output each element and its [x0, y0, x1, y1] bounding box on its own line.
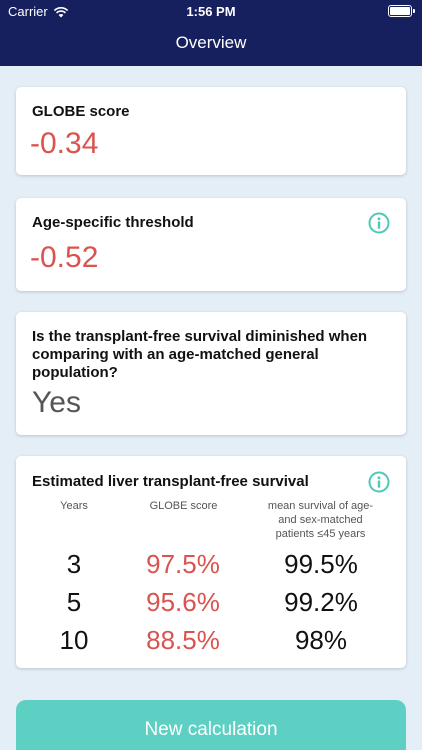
page-title: Overview	[175, 33, 247, 52]
table-row-mean: 99.2%	[284, 587, 358, 617]
table-row-years: 5	[66, 587, 82, 617]
column-header-years: Years	[60, 500, 88, 512]
table-row-globe: 95.6%	[146, 587, 220, 617]
threshold-card: Age-specific threshold -0.52	[16, 198, 406, 291]
table-row-years: 3	[66, 549, 82, 579]
column-header-globe: GLOBE score	[149, 500, 218, 512]
comparison-card: Is the transplant-free survival diminish…	[16, 312, 406, 435]
comparison-question: Is the transplant-free survival diminish…	[32, 328, 368, 381]
table-row-mean: 98%	[294, 625, 348, 655]
table-row-globe: 88.5%	[146, 625, 220, 655]
table-row-globe: 97.5%	[146, 549, 220, 579]
new-calculation-button[interactable]: New calculation	[16, 700, 406, 750]
globe-score-value: -0.34	[30, 127, 99, 160]
survival-title: Estimated liver transplant-free survival	[32, 473, 309, 490]
info-icon[interactable]	[368, 212, 390, 234]
nav-header: Carrier 1:56 PM Overview	[0, 0, 422, 66]
table-row-mean: 99.5%	[284, 549, 358, 579]
battery-icon	[388, 5, 415, 17]
globe-score-card: GLOBE score -0.34	[16, 87, 406, 175]
globe-score-label: GLOBE score	[32, 103, 130, 120]
column-header-mean-survival: mean survival of age- and sex-matched pa…	[267, 500, 374, 540]
info-icon[interactable]	[368, 471, 390, 493]
comparison-answer: Yes	[32, 386, 81, 419]
survival-card: Estimated liver transplant-free survival…	[16, 456, 406, 668]
status-bar: Carrier 1:56 PM	[0, 0, 422, 22]
threshold-value: -0.52	[30, 241, 99, 274]
threshold-label: Age-specific threshold	[32, 214, 194, 231]
status-time: 1:56 PM	[186, 4, 236, 19]
table-row-years: 10	[59, 625, 89, 655]
